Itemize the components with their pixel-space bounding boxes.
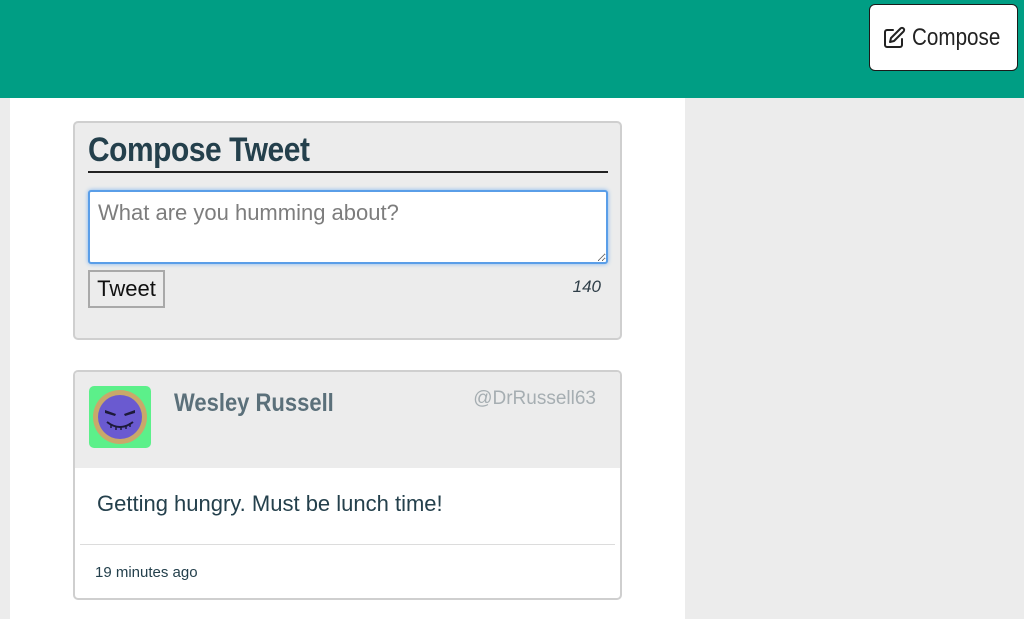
character-counter: 140 <box>572 277 601 296</box>
tweet-divider <box>80 544 615 545</box>
compose-tweet-panel: Compose Tweet Tweet 140 <box>73 121 622 340</box>
compose-title: Compose Tweet <box>88 129 608 173</box>
tweet-timestamp: 19 minutes ago <box>95 564 198 581</box>
compose-toggle-button[interactable]: Compose <box>869 4 1018 71</box>
tweet-submit-button[interactable]: Tweet <box>88 270 165 308</box>
tweet-card: Wesley Russell @DrRussell63 Getting hung… <box>73 370 622 600</box>
compose-title-text: Compose Tweet <box>88 131 310 169</box>
tweet-header: Wesley Russell @DrRussell63 <box>75 372 620 468</box>
author-name-text: Wesley Russell <box>174 389 334 417</box>
tweet-text-input[interactable] <box>88 190 608 264</box>
author-handle: @DrRussell63 <box>473 388 596 409</box>
pencil-square-icon <box>882 26 906 50</box>
author-name: Wesley Russell <box>174 389 356 418</box>
tweet-content: Getting hungry. Must be lunch time! <box>97 491 443 516</box>
compose-toggle-label: Compose <box>912 23 1001 51</box>
avatar <box>89 386 151 448</box>
page-left-gutter <box>0 98 10 619</box>
